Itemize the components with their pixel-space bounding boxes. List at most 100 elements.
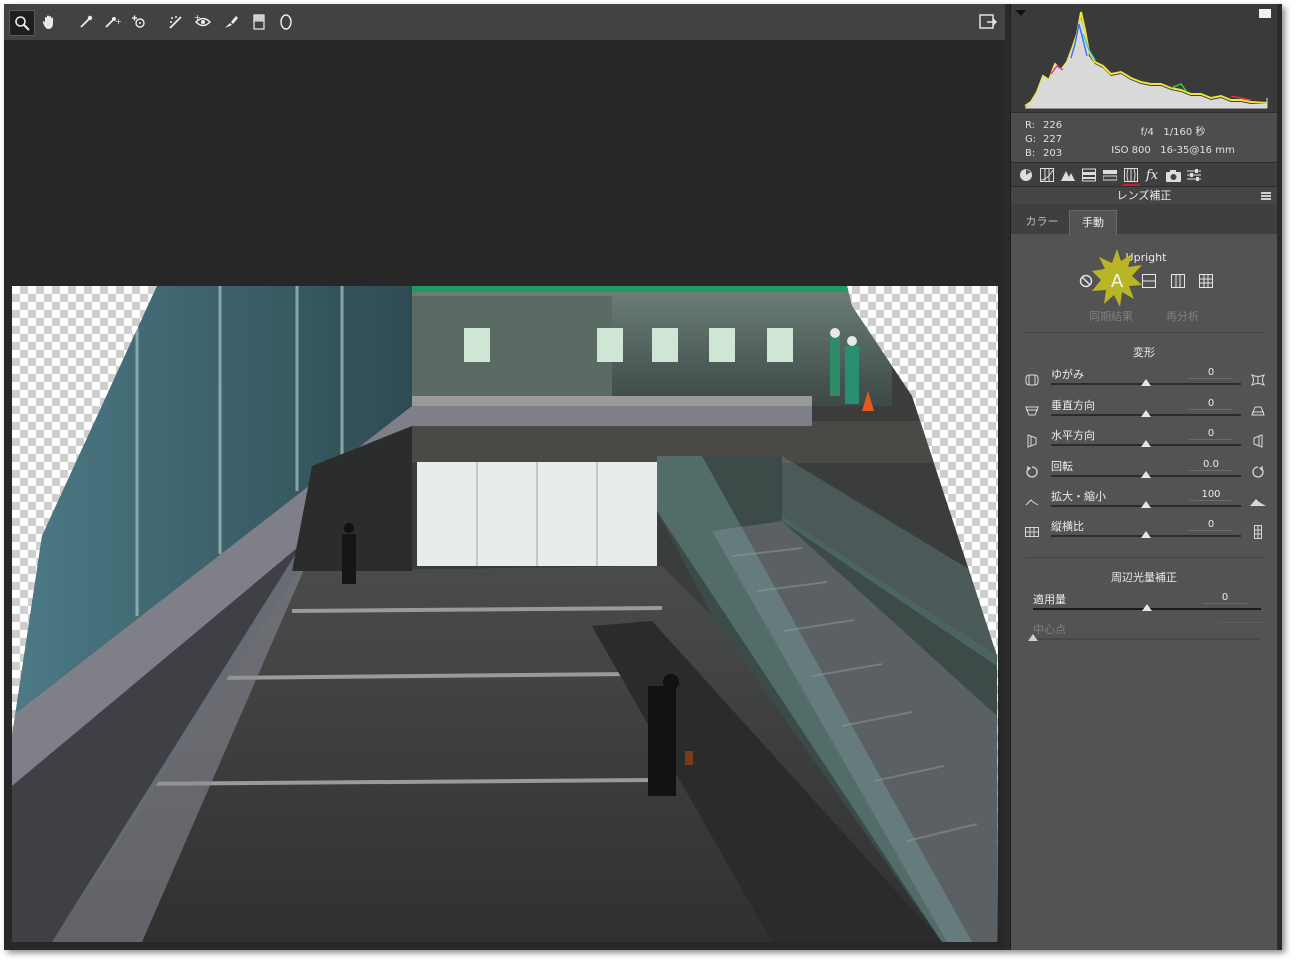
scale-thumb[interactable]: [1141, 501, 1151, 508]
histogram: [1011, 4, 1277, 112]
horizontal-right-icon: [1250, 433, 1266, 449]
g-value: 227: [1043, 134, 1063, 145]
graduated-filter-icon[interactable]: [274, 10, 298, 34]
rotate-value[interactable]: 0.0: [1189, 459, 1233, 471]
magnifier-icon[interactable]: [9, 10, 35, 36]
b-label: B:: [1025, 148, 1036, 159]
vertical-right-icon: [1250, 403, 1266, 419]
r-label: R:: [1025, 120, 1036, 131]
vignette-midpoint-value[interactable]: [1219, 622, 1263, 623]
distortion-value[interactable]: 0: [1189, 367, 1233, 379]
hand-icon[interactable]: [37, 10, 61, 34]
split-toning-tab-icon[interactable]: [1101, 166, 1119, 184]
rotate-cw-icon: [1250, 464, 1266, 480]
upright-label: Upright: [1125, 251, 1167, 264]
vignette-title: 周辺光量補正: [1111, 571, 1177, 584]
aspect-label: 縦横比: [1051, 520, 1084, 533]
vignette-midpoint-thumb[interactable]: [1028, 634, 1038, 641]
spot-removal-icon[interactable]: +: [192, 10, 216, 34]
brush-icon[interactable]: [247, 10, 271, 34]
divider: [1025, 332, 1265, 333]
svg-text:+: +: [194, 14, 201, 22]
transparent-background: [12, 286, 998, 942]
scale-value[interactable]: 100: [1189, 489, 1233, 501]
divider: [1025, 557, 1265, 558]
upright-full-button[interactable]: [1195, 270, 1217, 292]
aspect-tall-icon: [1250, 524, 1266, 540]
tool-bar: + +: [4, 4, 1005, 41]
iso-value: ISO 800: [1111, 145, 1151, 156]
horizontal-thumb[interactable]: [1141, 440, 1151, 447]
presets-tab-icon[interactable]: [1185, 166, 1203, 184]
transform-title: 変形: [1133, 346, 1155, 359]
sync-results-button[interactable]: 同期結果: [1089, 308, 1133, 324]
vertical-label: 垂直方向: [1051, 399, 1095, 412]
horizontal-left-icon: [1024, 433, 1040, 449]
distortion-right-icon: [1250, 372, 1266, 388]
tone-curve-tab-icon[interactable]: [1038, 166, 1056, 184]
vignette-amount-thumb[interactable]: [1142, 604, 1152, 611]
rgb-readout: R: 226 G: 227 B: 203: [1025, 119, 1063, 161]
vignette-amount-row: 適用量 0: [1011, 591, 1277, 621]
target-adjust-icon[interactable]: [128, 10, 152, 34]
aspect-slider-row: 縦横比 0: [1011, 518, 1277, 548]
aspect-value[interactable]: 0: [1189, 519, 1233, 531]
rotate-thumb[interactable]: [1141, 471, 1151, 478]
g-label: G:: [1025, 134, 1037, 145]
rotate-ccw-icon: [1024, 464, 1040, 480]
rotate-label: 回転: [1051, 460, 1073, 473]
adjustment-panel: R: 226 G: 227 B: 203 f/4 1/160 秒 ISO 800 16…: [1010, 4, 1277, 950]
scale-down-icon: [1024, 494, 1040, 510]
vertical-slider-row: 垂直方向 0: [1011, 397, 1277, 427]
highlight-clipping-icon: [1259, 9, 1271, 18]
basic-tab-icon[interactable]: [1017, 166, 1035, 184]
eyedropper-icon[interactable]: [74, 10, 98, 34]
b-value: 203: [1043, 148, 1063, 159]
camera-calibration-tab-icon[interactable]: [1164, 166, 1182, 184]
open-preferences-icon[interactable]: [976, 10, 1000, 34]
horizontal-label: 水平方向: [1051, 429, 1095, 442]
image-canvas[interactable]: [4, 40, 1005, 950]
detail-tab-icon[interactable]: [1059, 166, 1077, 184]
panel-menu-icon[interactable]: [1261, 192, 1271, 200]
distortion-label: ゆがみ: [1051, 368, 1084, 381]
photo-preview: [12, 286, 998, 942]
aspect-wide-icon: [1024, 524, 1040, 540]
tab-color[interactable]: カラー: [1017, 210, 1067, 234]
distortion-left-icon: [1024, 372, 1040, 388]
upright-vertical-button[interactable]: [1167, 270, 1189, 292]
vignette-amount-label: 適用量: [1033, 593, 1066, 606]
horizontal-slider-row: 水平方向 0: [1011, 427, 1277, 457]
histogram-graph: [1015, 9, 1271, 109]
scale-label: 拡大・縮小: [1051, 490, 1106, 503]
upright-off-button[interactable]: [1075, 270, 1097, 292]
svg-text:+: +: [115, 17, 121, 26]
vertical-thumb[interactable]: [1141, 410, 1151, 417]
horizontal-value[interactable]: 0: [1189, 428, 1233, 440]
shadow-clipping-icon: [1015, 10, 1026, 16]
effects-tab-icon[interactable]: fx: [1143, 166, 1161, 184]
vertical-left-icon: [1024, 403, 1040, 419]
lens-value: 16-35@16 mm: [1160, 145, 1235, 156]
vertical-value[interactable]: 0: [1189, 398, 1233, 410]
straighten-icon[interactable]: [164, 10, 188, 34]
vignette-amount-value[interactable]: 0: [1203, 592, 1247, 604]
color-sampler-icon[interactable]: +: [100, 10, 124, 34]
shutter-value: 1/160 秒: [1163, 127, 1206, 138]
aperture-value: f/4: [1140, 127, 1154, 138]
distortion-thumb[interactable]: [1141, 379, 1151, 386]
lens-corrections-tab-icon[interactable]: [1122, 166, 1140, 188]
upright-auto-button[interactable]: A: [1106, 270, 1128, 292]
vignette-midpoint-track[interactable]: [1033, 638, 1261, 640]
rotate-slider-row: 回転 0.0: [1011, 458, 1277, 488]
aspect-thumb[interactable]: [1141, 531, 1151, 538]
r-value: 226: [1043, 120, 1063, 131]
tab-manual[interactable]: 手動: [1069, 210, 1117, 235]
hsl-tab-icon[interactable]: [1080, 166, 1098, 184]
camera-raw-window: + + R: 226 G: 227 B: 203 f/4 1/160 秒 ISO…: [4, 4, 1282, 950]
reanalyze-button[interactable]: 再分析: [1166, 308, 1199, 324]
distortion-slider-row: ゆがみ 0: [1011, 366, 1277, 396]
upright-level-button[interactable]: [1138, 270, 1160, 292]
subtab-bar: カラー 手動: [1011, 204, 1277, 235]
red-eye-icon[interactable]: [219, 10, 243, 34]
